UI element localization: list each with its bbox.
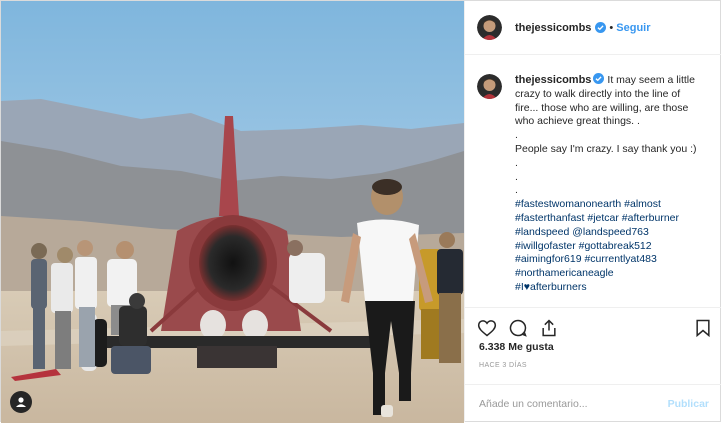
post-sidebar: thejessicombs • Seguir thejessicombs It m…: [464, 1, 721, 422]
caption-line: People say I'm crazy. I say thank you :): [515, 142, 697, 155]
verified-badge-icon: [595, 22, 607, 33]
caption-avatar[interactable]: [477, 74, 502, 99]
caption-text: thejessicombs It may seem a little crazy …: [515, 73, 697, 295]
hashtag-line[interactable]: #iwillgofaster #gottabreak512: [515, 240, 697, 254]
hashtag-line[interactable]: #fastestwomanonearth #almost: [515, 198, 697, 212]
user-tag-icon[interactable]: [10, 391, 32, 413]
caption-line: .: [515, 156, 518, 169]
caption-line: .: [515, 170, 518, 183]
caption-line: crazy to walk directly into the line of: [515, 87, 681, 100]
caption-line: .: [515, 184, 518, 197]
comment-input[interactable]: [477, 396, 668, 411]
bookmark-icon[interactable]: [693, 318, 713, 338]
follow-button[interactable]: Seguir: [616, 22, 650, 34]
caption-line: fire... those who are willing, are those: [515, 101, 689, 114]
jet-car-photo: [1, 1, 464, 423]
caption-line: .: [515, 129, 518, 142]
caption-area: thejessicombs It may seem a little crazy …: [465, 56, 721, 307]
comment-icon[interactable]: [508, 318, 528, 338]
instagram-post: thejessicombs • Seguir thejessicombs It m…: [0, 0, 721, 423]
comment-composer: Publicar: [465, 384, 721, 422]
hashtag-line[interactable]: #I♥afterburners: [515, 281, 697, 295]
separator-dot: •: [609, 21, 614, 34]
caption-line: thejessicombs It may seem a little: [515, 73, 697, 88]
verified-badge-icon: [593, 73, 605, 84]
post-photo[interactable]: [1, 1, 464, 423]
likes-count[interactable]: 6.338 Me gusta: [479, 341, 554, 353]
hashtag-line[interactable]: #northamericaneagle: [515, 267, 697, 281]
post-header: thejessicombs • Seguir: [465, 1, 721, 55]
caption-line-text: It may seem a little: [607, 74, 695, 86]
hashtag-line[interactable]: #aimingfor619 #currentlyat483: [515, 253, 697, 267]
action-bar: [465, 307, 721, 338]
share-icon[interactable]: [539, 318, 559, 338]
hashtag-line[interactable]: #landspeed @landspeed763: [515, 226, 697, 240]
caption-username[interactable]: thejessicombs: [515, 74, 591, 86]
username-link[interactable]: thejessicombs: [515, 22, 591, 34]
avatar[interactable]: [477, 15, 502, 40]
hashtag-line[interactable]: #fasterthanfast #jetcar #afterburner: [515, 212, 697, 226]
heart-icon[interactable]: [477, 318, 497, 338]
caption-line: who achieve great things. .: [515, 115, 640, 128]
post-timestamp[interactable]: HACE 3 DÍAS: [479, 362, 527, 369]
publish-button[interactable]: Publicar: [668, 398, 709, 410]
